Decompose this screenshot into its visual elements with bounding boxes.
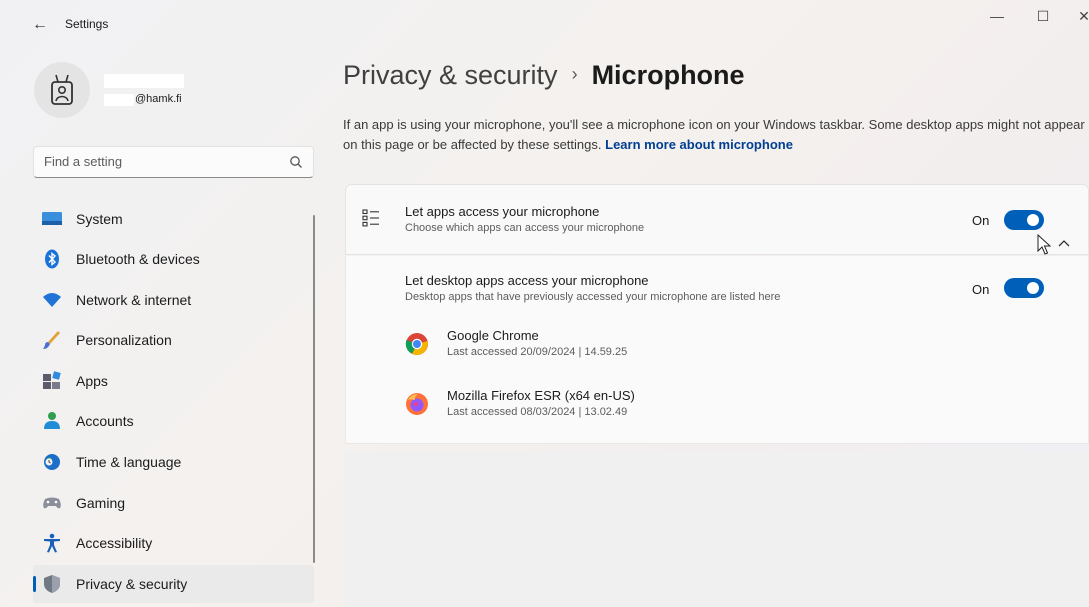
- apps-access-title: Let apps access your microphone: [405, 204, 600, 219]
- id-badge-icon: [51, 74, 73, 105]
- apps-access-card[interactable]: Let apps access your microphone Choose w…: [345, 184, 1089, 255]
- mouse-cursor-icon: [1037, 234, 1052, 255]
- desktop-app-row-firefox: Mozilla Firefox ESR (x64 en-US) Last acc…: [447, 388, 635, 418]
- sidebar-item-system[interactable]: System: [33, 200, 314, 238]
- chevron-up-icon[interactable]: [1057, 238, 1071, 248]
- globe-clock-icon: [44, 454, 60, 470]
- sidebar-item-label: Accounts: [76, 413, 134, 429]
- sidebar-item-personalization[interactable]: Personalization: [33, 321, 314, 359]
- search-input[interactable]: [44, 154, 274, 169]
- app-name: Mozilla Firefox ESR (x64 en-US): [447, 388, 635, 403]
- brush-icon: [43, 331, 60, 349]
- firefox-icon: [406, 393, 428, 415]
- list-settings-icon: [362, 209, 379, 227]
- bluetooth-icon: [45, 249, 59, 269]
- sidebar-item-label: System: [76, 211, 123, 227]
- desktop-access-state-label: On: [972, 282, 990, 297]
- sidebar-scrollbar[interactable]: [313, 215, 315, 563]
- apps-access-toggle[interactable]: [1004, 210, 1044, 230]
- sidebar-item-network[interactable]: Network & internet: [33, 281, 314, 319]
- desktop-app-row-chrome: Google Chrome Last accessed 20/09/2024 |…: [447, 328, 627, 358]
- maximize-button[interactable]: ☐: [1028, 8, 1058, 26]
- sidebar-item-accounts[interactable]: Accounts: [33, 402, 314, 440]
- chrome-icon: [405, 333, 428, 355]
- learn-more-link[interactable]: Learn more about microphone: [605, 137, 793, 152]
- person-icon: [44, 412, 60, 429]
- accessibility-icon: [44, 533, 60, 553]
- app-last-accessed: Last accessed 20/09/2024 | 14.59.25: [447, 346, 628, 358]
- sidebar-item-label: Network & internet: [76, 292, 192, 308]
- search-box[interactable]: [33, 146, 314, 178]
- gamepad-icon: [43, 497, 61, 509]
- breadcrumb-separator: ›: [571, 64, 578, 84]
- app-name: Google Chrome: [447, 328, 539, 343]
- page-description: If an app is using your microphone, you'…: [343, 115, 1089, 155]
- sidebar-item-accessibility[interactable]: Accessibility: [33, 524, 314, 562]
- sidebar-item-label: Personalization: [76, 332, 172, 348]
- page-title: Microphone: [591, 60, 745, 90]
- sidebar-item-label: Bluetooth & devices: [76, 251, 200, 267]
- shield-icon: [44, 575, 60, 593]
- title-bar: ← Settings — ☐ ✕: [0, 0, 1089, 48]
- app-last-accessed: Last accessed 08/03/2024 | 13.02.49: [447, 406, 628, 418]
- sidebar-item-bluetooth[interactable]: Bluetooth & devices: [33, 240, 314, 278]
- sidebar-item-gaming[interactable]: Gaming: [33, 484, 314, 522]
- apps-access-subtitle: Choose which apps can access your microp…: [405, 222, 645, 234]
- active-indicator: [33, 576, 36, 592]
- minimize-button[interactable]: —: [982, 8, 1012, 26]
- sidebar-item-label: Apps: [76, 373, 108, 389]
- toggle-knob: [1027, 282, 1039, 294]
- toggle-knob: [1027, 214, 1039, 226]
- desktop-access-subtitle: Desktop apps that have previously access…: [405, 291, 781, 303]
- sidebar-item-privacy-security[interactable]: Privacy & security: [33, 565, 314, 603]
- app-title: Settings: [65, 17, 109, 31]
- avatar[interactable]: [34, 62, 90, 118]
- desktop-apps-section: Let desktop apps access your microphone …: [345, 256, 1089, 444]
- breadcrumb-parent[interactable]: Privacy & security: [343, 60, 558, 90]
- sidebar-item-label: Accessibility: [76, 535, 153, 551]
- search-icon[interactable]: [289, 155, 303, 169]
- user-name-redacted: [104, 74, 184, 88]
- sidebar-item-label: Time & language: [76, 454, 182, 470]
- sidebar-item-label: Gaming: [76, 495, 126, 511]
- back-arrow-icon[interactable]: ←: [30, 15, 50, 35]
- close-button[interactable]: ✕: [1074, 8, 1089, 26]
- apps-access-state-label: On: [972, 213, 990, 228]
- sidebar-item-apps[interactable]: Apps: [33, 362, 314, 400]
- email-redacted: [104, 94, 134, 106]
- breadcrumb: Privacy & security › Microphone: [343, 60, 745, 91]
- empty-panel: [345, 451, 1089, 607]
- monitor-icon: [42, 212, 62, 225]
- user-email: @hamk.fi: [135, 93, 182, 105]
- wifi-icon: [43, 293, 61, 307]
- desktop-access-toggle[interactable]: [1004, 278, 1044, 298]
- apps-icon: [43, 371, 61, 389]
- desktop-access-title: Let desktop apps access your microphone: [405, 273, 649, 288]
- sidebar-item-time-language[interactable]: Time & language: [33, 443, 314, 481]
- sidebar-item-label: Privacy & security: [76, 576, 188, 592]
